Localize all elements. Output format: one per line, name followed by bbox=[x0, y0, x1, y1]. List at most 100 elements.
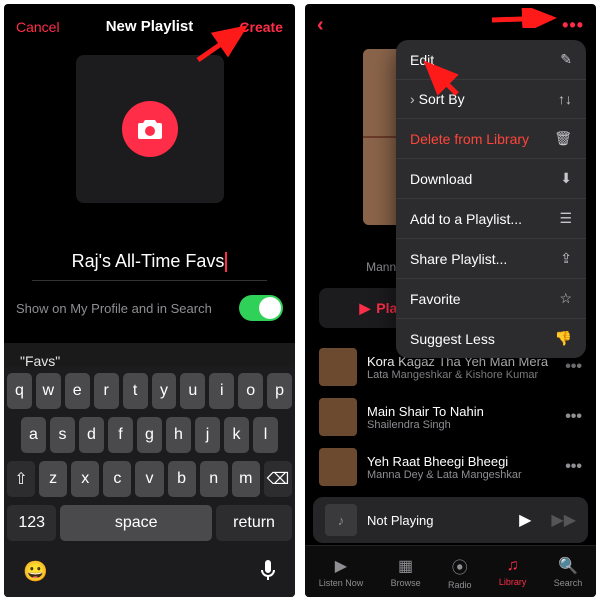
dictation-key[interactable] bbox=[260, 559, 276, 587]
key-d[interactable]: d bbox=[79, 417, 104, 453]
menu-item-suggest-less[interactable]: Suggest Less👎 bbox=[396, 319, 586, 358]
shift-key[interactable]: ⇧ bbox=[7, 461, 35, 497]
key-m[interactable]: m bbox=[232, 461, 260, 497]
now-playing-play-icon[interactable]: ▶ bbox=[519, 510, 531, 530]
key-o[interactable]: o bbox=[238, 373, 263, 409]
tab-label: Radio bbox=[448, 580, 472, 590]
track-artist: Shailendra Singh bbox=[367, 419, 555, 431]
download-icon: ⬇ bbox=[560, 170, 572, 187]
now-playing-bar[interactable]: ♪ Not Playing ▶ ▶▶ bbox=[313, 497, 588, 543]
menu-item-share-playlist[interactable]: Share Playlist...⇪ bbox=[396, 239, 586, 279]
thumbsdown-icon: 👎 bbox=[555, 330, 572, 347]
tab-search[interactable]: 🔍Search bbox=[554, 556, 583, 588]
new-playlist-header: Cancel New Playlist Create bbox=[4, 4, 295, 45]
key-a[interactable]: a bbox=[21, 417, 46, 453]
tab-radio[interactable]: ⦿ Radio bbox=[448, 554, 472, 590]
key-t[interactable]: t bbox=[123, 373, 148, 409]
backspace-key[interactable]: ⌫ bbox=[264, 461, 292, 497]
key-i[interactable]: i bbox=[209, 373, 234, 409]
key-q[interactable]: q bbox=[7, 373, 32, 409]
key-s[interactable]: s bbox=[50, 417, 75, 453]
key-y[interactable]: y bbox=[152, 373, 177, 409]
track-more-icon[interactable]: ••• bbox=[565, 458, 582, 476]
key-v[interactable]: v bbox=[135, 461, 163, 497]
show-on-profile-toggle[interactable] bbox=[239, 295, 283, 321]
space-key[interactable]: space bbox=[60, 505, 212, 541]
menu-item-add-to-a-playlist[interactable]: Add to a Playlist...☰ bbox=[396, 199, 586, 239]
menu-item-delete-from-library[interactable]: Delete from Library 🗑 bbox=[396, 119, 586, 159]
menu-item-sort-by[interactable]: ›Sort By ↑↓ bbox=[396, 80, 586, 119]
key-j[interactable]: j bbox=[195, 417, 220, 453]
key-z[interactable]: z bbox=[39, 461, 67, 497]
cancel-button[interactable]: Cancel bbox=[16, 19, 60, 35]
text-cursor bbox=[225, 252, 227, 272]
tab-browse[interactable]: ▦Browse bbox=[391, 556, 421, 588]
track-row[interactable]: Main Shair To NahinShailendra Singh ••• bbox=[305, 392, 596, 442]
key-w[interactable]: w bbox=[36, 373, 61, 409]
tab-icon: ♫ bbox=[507, 557, 519, 575]
key-k[interactable]: k bbox=[224, 417, 249, 453]
key-x[interactable]: x bbox=[71, 461, 99, 497]
key-e[interactable]: e bbox=[65, 373, 90, 409]
menu-item-label: Favorite bbox=[410, 291, 461, 307]
star-icon: ☆ bbox=[559, 290, 572, 307]
track-thumb bbox=[319, 448, 357, 486]
key-f[interactable]: f bbox=[108, 417, 133, 453]
tab-label: Listen Now bbox=[319, 578, 364, 588]
playlist-photo-picker[interactable] bbox=[76, 55, 224, 203]
camera-icon bbox=[122, 101, 178, 157]
chevron-right-icon: › bbox=[410, 91, 415, 107]
track-title: Main Shair To Nahin bbox=[367, 404, 555, 419]
now-playing-next-icon[interactable]: ▶▶ bbox=[551, 510, 576, 530]
tab-library[interactable]: ♫ Library bbox=[499, 557, 527, 587]
menu-item-label: Edit bbox=[410, 52, 434, 68]
back-button[interactable]: ‹ bbox=[317, 14, 324, 37]
tab-bar: ▶Listen Now ▦Browse ⦿ Radio ♫ Library 🔍Search bbox=[305, 545, 596, 597]
menu-item-label: Delete from Library bbox=[410, 131, 529, 147]
menu-item-favorite[interactable]: Favorite ☆ bbox=[396, 279, 586, 319]
play-icon: ▶ bbox=[359, 300, 370, 317]
key-g[interactable]: g bbox=[137, 417, 162, 453]
track-more-icon[interactable]: ••• bbox=[565, 358, 582, 376]
menu-item-download[interactable]: Download⬇ bbox=[396, 159, 586, 199]
tab-listen-now[interactable]: ▶Listen Now bbox=[319, 556, 364, 588]
emoji-key[interactable]: 😀 bbox=[23, 559, 48, 587]
tab-label: Library bbox=[499, 577, 527, 587]
playlist-name-text: Raj's All-Time Favs bbox=[72, 251, 225, 272]
track-thumb bbox=[319, 398, 357, 436]
now-playing-label: Not Playing bbox=[367, 513, 509, 528]
create-button[interactable]: Create bbox=[239, 19, 283, 35]
track-thumb bbox=[319, 348, 357, 386]
tab-label: Search bbox=[554, 578, 583, 588]
right-screenshot: ‹ ••• Ra Manna Dey & Lata Mangeshkar ▶Pl… bbox=[305, 4, 596, 597]
menu-item-label: Sort By bbox=[419, 91, 465, 107]
playlist-top-bar: ‹ ••• bbox=[305, 4, 596, 43]
track-more-icon[interactable]: ••• bbox=[565, 408, 582, 426]
key-c[interactable]: c bbox=[103, 461, 131, 497]
track-row[interactable]: Yeh Raat Bheegi BheegiManna Dey & Lata M… bbox=[305, 442, 596, 492]
key-h[interactable]: h bbox=[166, 417, 191, 453]
numbers-key[interactable]: 123 bbox=[7, 505, 56, 541]
more-menu: Edit ✎ ›Sort By ↑↓ Delete from Library 🗑 Downl… bbox=[396, 40, 586, 358]
menu-item-label: Share Playlist... bbox=[410, 251, 507, 267]
sort-icon: ↑↓ bbox=[558, 91, 572, 107]
key-l[interactable]: l bbox=[253, 417, 278, 453]
key-u[interactable]: u bbox=[180, 373, 205, 409]
track-artist: Lata Mangeshkar & Kishore Kumar bbox=[367, 369, 555, 381]
list-icon: ☰ bbox=[559, 210, 572, 227]
more-button[interactable]: ••• bbox=[562, 15, 584, 36]
track-list: Kora Kagaz Tha Yeh Man MeraLata Mangeshk… bbox=[305, 342, 596, 492]
return-key[interactable]: return bbox=[216, 505, 292, 541]
trash-icon: 🗑 bbox=[554, 130, 572, 147]
key-r[interactable]: r bbox=[94, 373, 119, 409]
track-title: Yeh Raat Bheegi Bheegi bbox=[367, 454, 555, 469]
key-n[interactable]: n bbox=[200, 461, 228, 497]
tab-label: Browse bbox=[391, 578, 421, 588]
tab-icon: ⦿ bbox=[452, 554, 468, 578]
key-b[interactable]: b bbox=[168, 461, 196, 497]
pencil-icon: ✎ bbox=[560, 51, 572, 68]
menu-item-edit[interactable]: Edit ✎ bbox=[396, 40, 586, 80]
playlist-name-field[interactable]: Raj's All-Time Favs bbox=[32, 251, 267, 281]
show-on-profile-row: Show on My Profile and in Search bbox=[4, 281, 295, 321]
key-p[interactable]: p bbox=[267, 373, 292, 409]
